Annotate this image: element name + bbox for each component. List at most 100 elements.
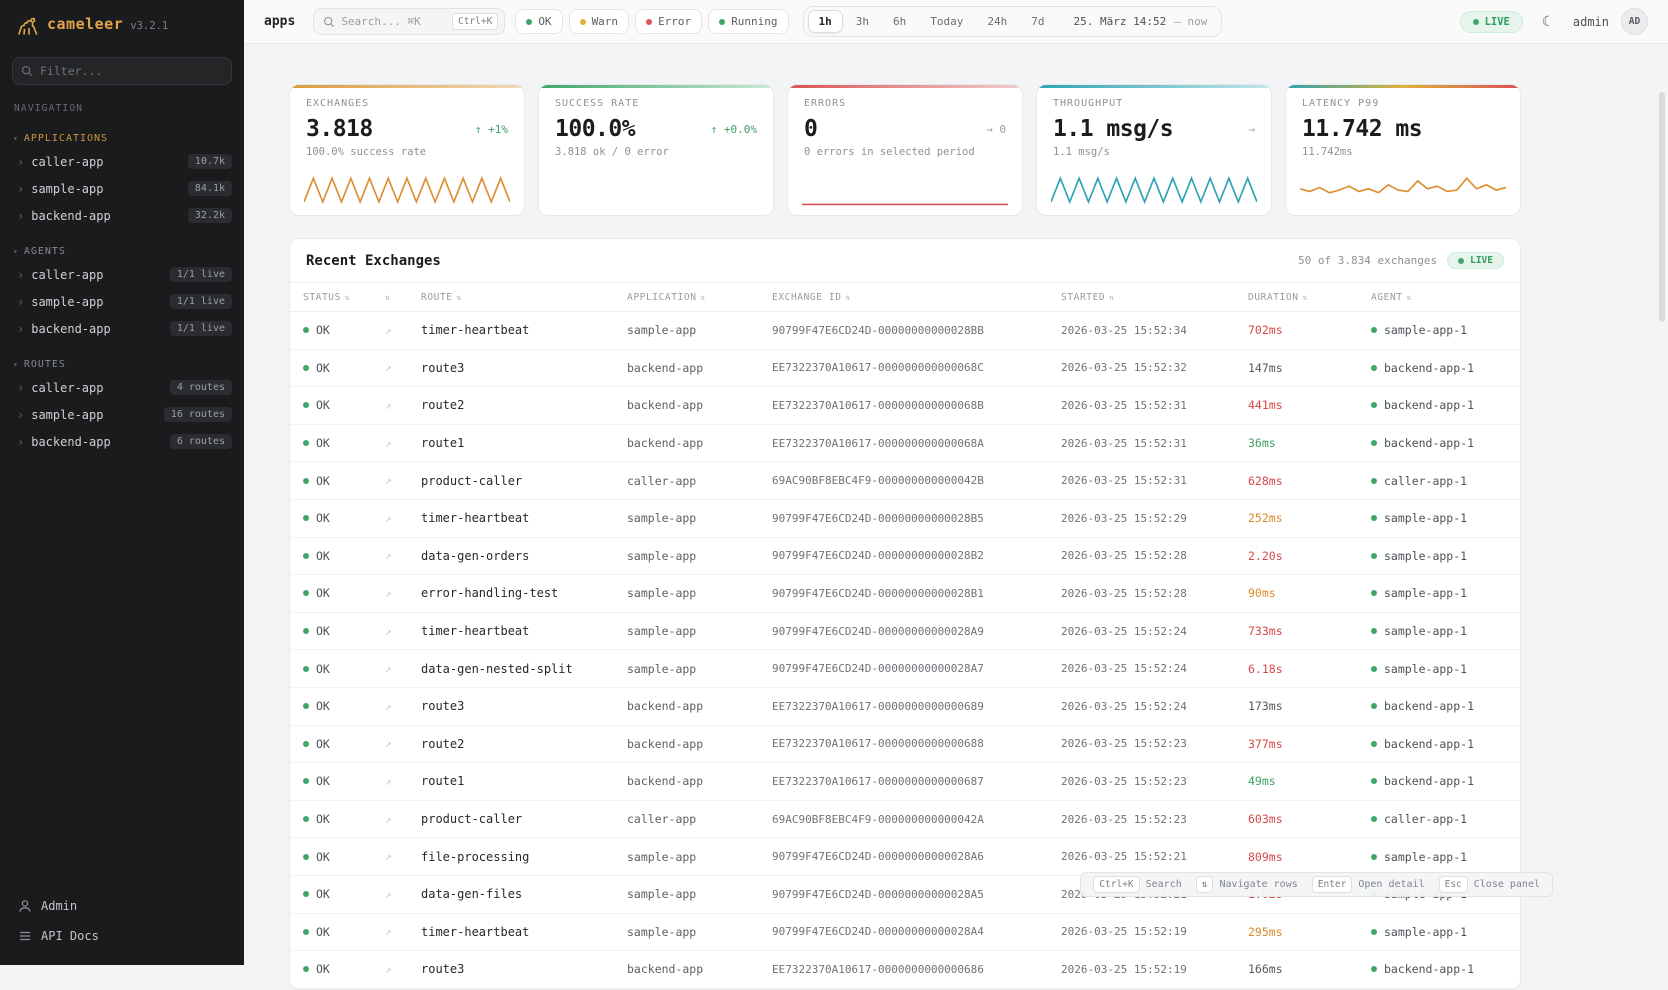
table-row[interactable]: OK↗product-callercaller-app69AC90BF8EBC4… [290,801,1520,839]
cell-status: OK [303,962,385,976]
column-header-application[interactable]: APPLICATION⇅ [627,292,772,303]
table-column-headers: STATUS⇅⇅ROUTE⇅APPLICATION⇅EXCHANGE ID⇅ST… [290,282,1520,312]
sidebar-item-label: caller-app [31,381,103,395]
cell-exchange-id: 90799F47E6CD24D-00000000000028B2 [772,549,1061,562]
live-dot-icon [1458,258,1464,264]
sidebar-item-sample-app[interactable]: ›sample-app1/1 live [0,288,244,315]
sidebar-item-api-docs[interactable]: API Docs [12,921,232,951]
column-header-agent[interactable]: AGENT⇅ [1371,292,1507,303]
open-detail-icon[interactable]: ↗ [385,888,421,901]
range-button-3h[interactable]: 3h [845,10,880,33]
topbar: apps Ctrl+K OKWarnErrorRunning 1h3h6hTod… [244,0,1668,44]
table-row[interactable]: OK↗data-gen-nested-splitsample-app90799F… [290,650,1520,688]
table-row[interactable]: OK↗route3backend-appEE7322370A10617-0000… [290,951,1520,989]
cell-duration: 6.18s [1248,662,1371,676]
open-detail-icon[interactable]: ↗ [385,549,421,562]
sidebar-item-caller-app[interactable]: ›caller-app1/1 live [0,261,244,288]
table-row[interactable]: OK↗error-handling-testsample-app90799F47… [290,575,1520,613]
table-header-bar: Recent Exchanges 50 of 3.834 exchanges L… [290,239,1520,282]
table-row[interactable]: OK↗timer-heartbeatsample-app90799F47E6CD… [290,312,1520,350]
sidebar-item-admin[interactable]: Admin [12,891,232,921]
sidebar-item-backend-app[interactable]: ›backend-app6 routes [0,428,244,455]
filter-chip-error[interactable]: Error [635,9,702,34]
sidebar-item-backend-app[interactable]: ›backend-app1/1 live [0,315,244,342]
sidebar-item-sample-app[interactable]: ›sample-app84.1k [0,175,244,202]
table-row[interactable]: OK↗timer-heartbeatsample-app90799F47E6CD… [290,613,1520,651]
column-header-started[interactable]: STARTED⇅ [1061,292,1248,303]
table-row[interactable]: OK↗timer-heartbeatsample-app90799F47E6CD… [290,500,1520,538]
app-logo[interactable]: cameleer v3.2.1 [0,0,244,49]
table-row[interactable]: OK↗data-gen-orderssample-app90799F47E6CD… [290,538,1520,576]
table-meta: 50 of 3.834 exchanges LIVE [1298,252,1504,269]
open-detail-icon[interactable]: ↗ [385,662,421,675]
open-detail-icon[interactable]: ↗ [385,625,421,638]
range-button-24h[interactable]: 24h [976,10,1018,33]
cell-started: 2026-03-25 15:52:24 [1061,700,1248,713]
filter-chip-warn[interactable]: Warn [569,9,630,34]
open-detail-icon[interactable]: ↗ [385,737,421,750]
open-detail-icon[interactable]: ↗ [385,700,421,713]
table-row[interactable]: OK↗route1backend-appEE7322370A10617-0000… [290,763,1520,801]
open-detail-icon[interactable]: ↗ [385,437,421,450]
theme-toggle-button[interactable]: ☾ [1535,9,1561,35]
table-row[interactable]: OK↗route3backend-appEE7322370A10617-0000… [290,350,1520,388]
card-accent-bar [290,85,524,88]
column-header-open[interactable]: ⇅ [385,293,421,302]
agent-dot-icon [1371,478,1377,484]
open-detail-icon[interactable]: ↗ [385,324,421,337]
open-detail-icon[interactable]: ↗ [385,474,421,487]
camel-logo-icon [16,15,40,39]
sidebar-item-backend-app[interactable]: ›backend-app32.2k [0,202,244,229]
table-row[interactable]: OK↗file-processingsample-app90799F47E6CD… [290,838,1520,876]
search-input[interactable] [341,15,446,28]
open-detail-icon[interactable]: ↗ [385,587,421,600]
open-detail-icon[interactable]: ↗ [385,925,421,938]
card-accent-bar [1286,85,1520,88]
range-button-6h[interactable]: 6h [882,10,917,33]
filter-chip-ok[interactable]: OK [515,9,562,34]
filter-chip-running[interactable]: Running [708,9,788,34]
section-header[interactable]: ▾APPLICATIONS [0,129,244,148]
table-row[interactable]: OK↗route3backend-appEE7322370A10617-0000… [290,688,1520,726]
range-button-today[interactable]: Today [919,10,974,33]
open-detail-icon[interactable]: ↗ [385,399,421,412]
avatar[interactable]: AD [1621,8,1648,35]
section-header[interactable]: ▾ROUTES [0,355,244,374]
filter-chip-label: OK [538,15,551,28]
cell-agent: backend-app-1 [1371,737,1507,751]
column-header-duration[interactable]: DURATION⇅ [1248,292,1371,303]
open-detail-icon[interactable]: ↗ [385,361,421,374]
card-title: LATENCY P99 [1302,98,1504,109]
cell-application: backend-app [627,774,772,788]
card-subtext: 100.0% success rate [306,146,508,158]
cell-route: timer-heartbeat [421,511,627,525]
range-button-7d[interactable]: 7d [1020,10,1055,33]
table-row[interactable]: OK↗route2backend-appEE7322370A10617-0000… [290,387,1520,425]
filter-input[interactable] [12,57,232,85]
open-detail-icon[interactable]: ↗ [385,512,421,525]
table-row[interactable]: OK↗product-callercaller-app69AC90BF8EBC4… [290,462,1520,500]
chevron-right-icon: › [17,268,24,282]
table-row[interactable]: OK↗timer-heartbeatsample-app90799F47E6CD… [290,914,1520,952]
section-header[interactable]: ▾AGENTS [0,242,244,261]
range-button-1h[interactable]: 1h [808,10,843,33]
global-search[interactable]: Ctrl+K [313,8,505,35]
scrollbar[interactable] [1659,92,1665,322]
cell-started: 2026-03-25 15:52:23 [1061,775,1248,788]
sidebar-item-caller-app[interactable]: ›caller-app4 routes [0,374,244,401]
status-label: OK [316,699,330,713]
cell-duration: 36ms [1248,436,1371,450]
open-detail-icon[interactable]: ↗ [385,775,421,788]
table-row[interactable]: OK↗route2backend-appEE7322370A10617-0000… [290,726,1520,764]
column-header-status[interactable]: STATUS⇅ [303,292,385,303]
column-header-exchange_id[interactable]: EXCHANGE ID⇅ [772,292,1061,303]
sidebar-item-caller-app[interactable]: ›caller-app10.7k [0,148,244,175]
table-row[interactable]: OK↗route1backend-appEE7322370A10617-0000… [290,425,1520,463]
card-value: 11.742 ms [1302,116,1422,142]
column-header-route[interactable]: ROUTE⇅ [421,292,627,303]
hint-label: Navigate rows [1219,879,1297,890]
column-header-label: ROUTE [421,292,453,303]
open-detail-icon[interactable]: ↗ [385,850,421,863]
sidebar-item-sample-app[interactable]: ›sample-app16 routes [0,401,244,428]
open-detail-icon[interactable]: ↗ [385,813,421,826]
